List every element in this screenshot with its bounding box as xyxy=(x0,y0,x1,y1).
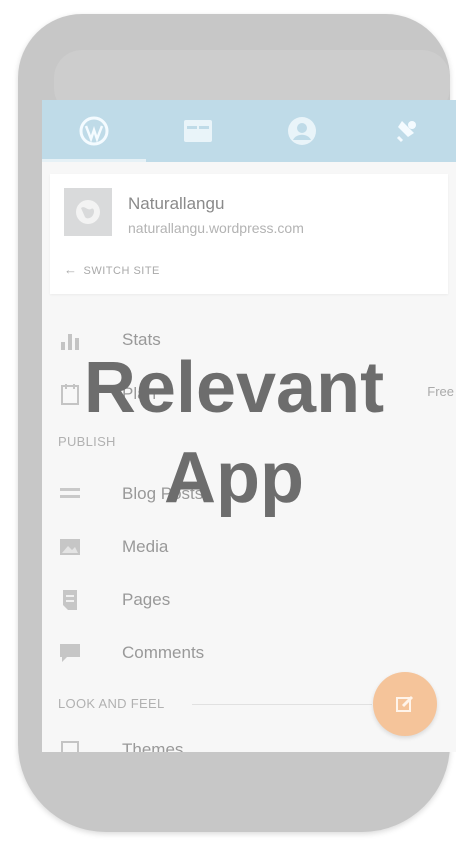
tab-me[interactable] xyxy=(250,100,354,162)
top-tab-bar xyxy=(42,100,456,162)
menu-item-stats[interactable]: Stats xyxy=(42,320,456,360)
site-card: Naturallangu naturallangu.wordpress.com … xyxy=(50,174,448,294)
site-name[interactable]: Naturallangu xyxy=(128,194,224,214)
plan-value: Free xyxy=(427,384,454,399)
site-avatar[interactable] xyxy=(64,188,112,236)
media-icon xyxy=(60,539,80,555)
section-divider xyxy=(192,704,372,705)
new-post-button[interactable] xyxy=(373,672,437,736)
menu-label-media: Media xyxy=(122,537,169,556)
wordpress-icon xyxy=(79,116,109,146)
reader-icon xyxy=(184,120,212,142)
menu-label-blog-posts: Blog Posts xyxy=(122,484,204,503)
menu-label-themes: Themes xyxy=(122,740,184,752)
menu-item-plan[interactable]: Plan Free xyxy=(42,374,456,414)
section-header-look-and-feel: LOOK AND FEEL xyxy=(58,696,165,711)
comments-icon xyxy=(60,644,80,662)
menu-item-media[interactable]: Media xyxy=(42,527,456,567)
tab-reader[interactable] xyxy=(146,100,250,162)
menu-label-comments: Comments xyxy=(122,643,205,662)
site-url[interactable]: naturallangu.wordpress.com xyxy=(128,220,304,236)
posts-icon xyxy=(60,488,80,498)
switch-site-button[interactable]: ← SWITCH SITE xyxy=(64,262,160,277)
notifications-icon xyxy=(396,121,416,143)
stats-icon xyxy=(61,334,79,350)
edit-icon xyxy=(396,695,414,712)
menu-label-plan: Plan xyxy=(122,384,157,403)
menu-item-comments[interactable]: Comments xyxy=(42,633,456,673)
themes-icon xyxy=(61,741,79,752)
menu-label-pages: Pages xyxy=(122,590,171,609)
section-header-publish: PUBLISH xyxy=(58,434,116,449)
globe-icon xyxy=(76,200,100,224)
app-screen: Naturallangu naturallangu.wordpress.com … xyxy=(42,100,456,752)
tab-my-site[interactable] xyxy=(42,100,146,162)
menu-item-pages[interactable]: Pages xyxy=(42,580,456,620)
menu-label-stats: Stats xyxy=(122,330,161,349)
menu-item-blog-posts[interactable]: Blog Posts xyxy=(42,474,456,514)
pages-icon xyxy=(63,590,77,610)
calendar-icon xyxy=(61,384,79,405)
arrow-left-icon: ← xyxy=(64,262,78,277)
profile-icon xyxy=(288,117,316,145)
tab-notifications[interactable] xyxy=(354,100,456,162)
switch-site-label: SWITCH SITE xyxy=(83,265,160,277)
